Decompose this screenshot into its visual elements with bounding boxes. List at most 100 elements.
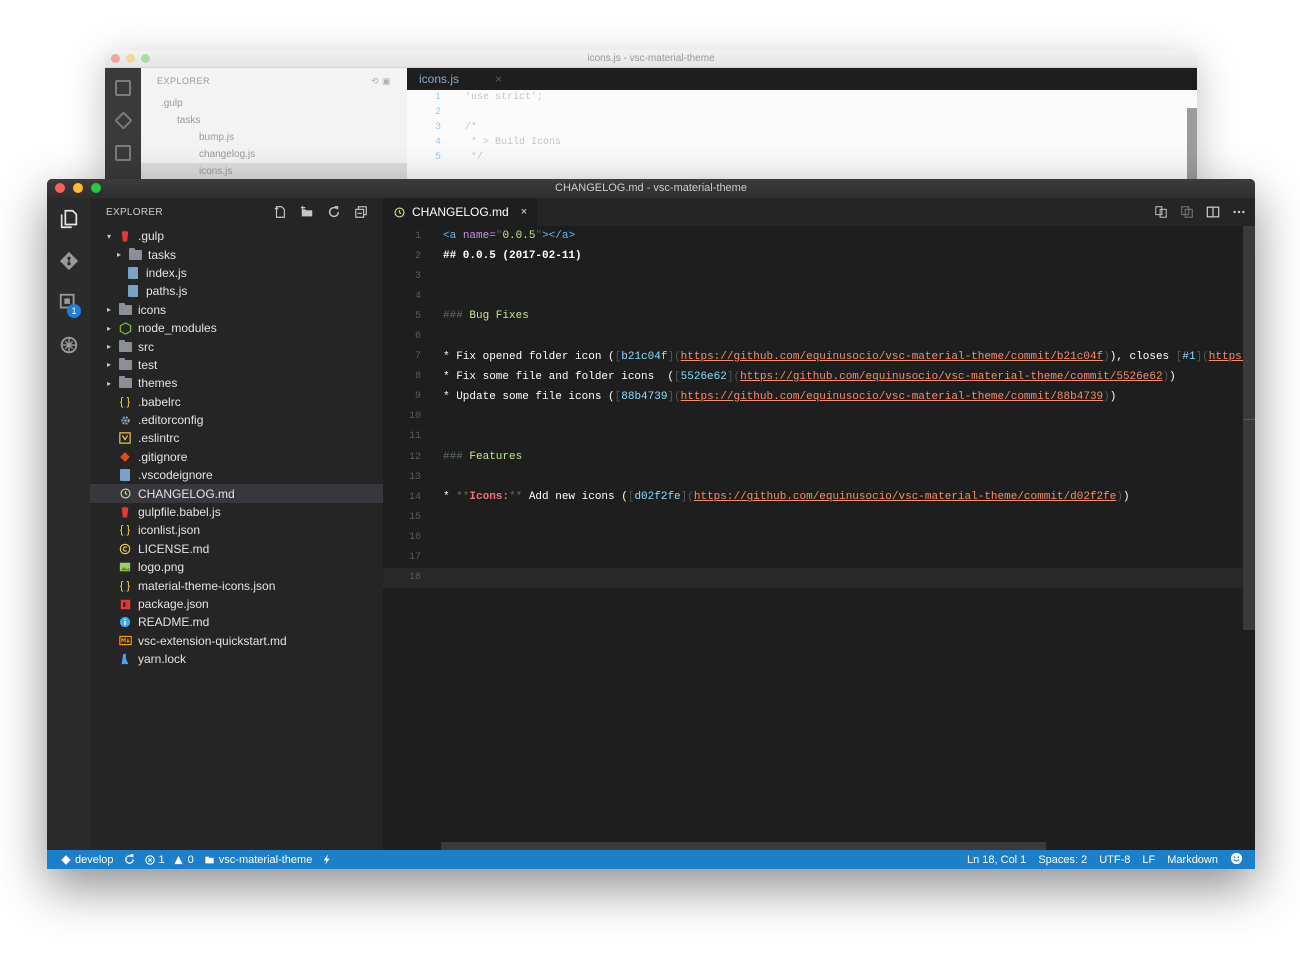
tree-item[interactable]: logo.png: [90, 558, 383, 576]
split-editor-button[interactable]: [1205, 204, 1221, 220]
chevron-right-icon[interactable]: ▸: [114, 250, 124, 259]
code-line[interactable]: 9 * Update some file icons ([88b4739](htt…: [383, 387, 1255, 407]
tree-item[interactable]: vsc-extension-quickstart.md: [90, 632, 383, 650]
lightning-button[interactable]: [322, 854, 332, 865]
code-line[interactable]: 4: [383, 286, 1255, 306]
tree-item[interactable]: ▸ test: [90, 356, 383, 374]
tree-item[interactable]: ▸ themes: [90, 374, 383, 392]
code-line[interactable]: 11: [383, 427, 1255, 447]
chevron-right-icon[interactable]: ▸: [104, 305, 114, 314]
tree-item[interactable]: { } iconlist.json: [90, 521, 383, 539]
tree-item[interactable]: paths.js: [90, 282, 383, 300]
tree-item[interactable]: ▸ node_modules: [90, 319, 383, 337]
tree-item[interactable]: CHANGELOG.md: [90, 484, 383, 503]
refresh-button[interactable]: [326, 204, 342, 220]
code-line[interactable]: 14 * **Icons:** Add new icons ([d02f2fe](…: [383, 487, 1255, 507]
code-line[interactable]: 6: [383, 326, 1255, 346]
eol-status[interactable]: LF: [1142, 854, 1155, 866]
code-line[interactable]: 2 ## 0.0.5 (2017-02-11): [383, 246, 1255, 266]
bg-tree-item: bump.js: [199, 132, 235, 143]
code-line[interactable]: 3: [383, 266, 1255, 286]
code-line[interactable]: 7 * Fix opened folder icon ([b21c04f](htt…: [383, 347, 1255, 367]
code-line[interactable]: 18: [383, 567, 1255, 588]
line-content: ### Features: [421, 451, 522, 463]
code-line[interactable]: 15: [383, 507, 1255, 527]
code-link[interactable]: https://github.com/equinusocio/vsc-mater…: [740, 371, 1162, 383]
code-link[interactable]: https://github.com/equinusocio/vsc-mater…: [694, 491, 1116, 503]
code-line[interactable]: 5 ### Bug Fixes: [383, 306, 1255, 326]
tree-item[interactable]: gulpfile.babel.js: [90, 503, 383, 521]
tree-item[interactable]: package.json: [90, 595, 383, 613]
tree-item[interactable]: { } .babelrc: [90, 393, 383, 411]
explorer-view-button[interactable]: [47, 198, 90, 240]
sync-button[interactable]: [124, 854, 135, 865]
indentation-status[interactable]: Spaces: 2: [1038, 854, 1087, 866]
line-number: 11: [408, 431, 421, 443]
tree-item-label: themes: [138, 376, 178, 391]
encoding-status[interactable]: UTF-8: [1099, 854, 1130, 866]
minimize-window-button[interactable]: [73, 183, 83, 193]
extensions-view-button[interactable]: 1: [47, 282, 90, 324]
tab-changelog[interactable]: CHANGELOG.md ×: [383, 198, 538, 226]
tab-close-icon[interactable]: ×: [521, 206, 527, 218]
feedback-button[interactable]: [1230, 852, 1243, 868]
warning-count: 0: [187, 853, 194, 866]
tree-item[interactable]: { } material-theme-icons.json: [90, 576, 383, 594]
horizontal-scrollbar[interactable]: [441, 842, 1046, 850]
folder-status[interactable]: vsc-material-theme: [204, 854, 312, 866]
tree-item[interactable]: ▾ .gulp: [90, 227, 383, 245]
chevron-right-icon[interactable]: ▸: [104, 360, 114, 369]
code-line[interactable]: 17: [383, 548, 1255, 568]
vertical-scrollbar[interactable]: [1243, 226, 1255, 630]
code-token: **: [456, 491, 470, 504]
code-line[interactable]: 8 * Fix some file and folder icons ([5526…: [383, 367, 1255, 387]
zoom-window-button[interactable]: [91, 183, 101, 193]
tree-item[interactable]: ▸ tasks: [90, 245, 383, 263]
code-link[interactable]: https://github.com/equinusocio/vsc-mater…: [681, 391, 1103, 403]
code-line[interactable]: 10: [383, 407, 1255, 427]
new-folder-button[interactable]: [299, 204, 315, 220]
background-titlebar: icons.js - vsc-material-theme: [105, 50, 1197, 68]
language-mode[interactable]: Markdown: [1167, 854, 1218, 866]
bg-code-line: 4 * > Build Icons: [435, 137, 562, 148]
node-modules-icon: [118, 321, 132, 335]
code-link[interactable]: https://github.com/equinusocio/vsc-mater…: [681, 351, 1103, 363]
tree-item[interactable]: yarn.lock: [90, 650, 383, 668]
code-line[interactable]: 1 <a name="0.0.5"></a>: [383, 226, 1255, 246]
problems-status[interactable]: 1 0: [144, 853, 194, 866]
file-tree: ▾ .gulp ▸ tasks index.js paths.js ▸ icons ▸ node_…: [90, 226, 383, 668]
tree-item[interactable]: .vscodeignore: [90, 466, 383, 484]
chevron-down-icon[interactable]: ▾: [104, 232, 114, 241]
tree-item[interactable]: README.md: [90, 613, 383, 631]
code-token: * Fix some file and folder icons (: [443, 370, 675, 383]
code-line[interactable]: 12 ### Features: [383, 447, 1255, 467]
more-actions-button[interactable]: [1231, 204, 1247, 220]
gulp-icon: [118, 229, 132, 243]
tree-item[interactable]: .eslintrc: [90, 429, 383, 447]
new-file-button[interactable]: [272, 204, 288, 220]
bg-code-line: 5 */: [435, 152, 484, 163]
code-editor[interactable]: 1 <a name="0.0.5"></a> 2 ## 0.0.5 (2017-02-…: [383, 226, 1255, 850]
tree-item[interactable]: LICENSE.md: [90, 540, 383, 558]
tree-item[interactable]: .editorconfig: [90, 411, 383, 429]
source-control-view-button[interactable]: [47, 240, 90, 282]
chevron-right-icon[interactable]: ▸: [104, 379, 114, 388]
code-line[interactable]: 13: [383, 467, 1255, 487]
tree-item-label: logo.png: [138, 560, 185, 575]
chevron-right-icon[interactable]: ▸: [104, 324, 114, 333]
tree-item-label: gulpfile.babel.js: [138, 505, 221, 520]
tree-item[interactable]: ▸ src: [90, 337, 383, 355]
tree-item[interactable]: .gitignore: [90, 448, 383, 466]
debug-view-button[interactable]: [47, 324, 90, 366]
code-line[interactable]: 16: [383, 527, 1255, 547]
collapse-all-button[interactable]: [353, 204, 369, 220]
cursor-position[interactable]: Ln 18, Col 1: [967, 854, 1026, 866]
branch-status[interactable]: develop: [61, 854, 114, 866]
tree-item[interactable]: index.js: [90, 264, 383, 282]
tree-item[interactable]: ▸ icons: [90, 301, 383, 319]
close-window-button[interactable]: [55, 183, 65, 193]
tree-item-label: paths.js: [146, 284, 188, 299]
chevron-right-icon[interactable]: ▸: [104, 342, 114, 351]
open-preview-button[interactable]: [1179, 204, 1195, 220]
open-changes-button[interactable]: [1153, 204, 1169, 220]
